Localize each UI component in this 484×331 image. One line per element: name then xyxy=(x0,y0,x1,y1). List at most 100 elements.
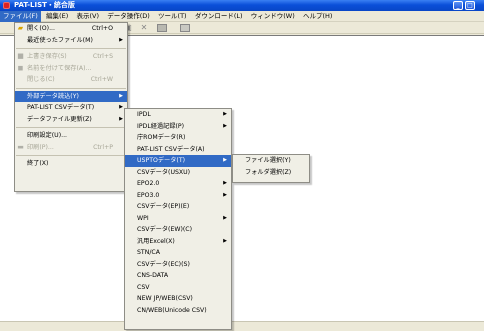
menu-view[interactable]: 表示(V) xyxy=(73,11,102,22)
menu-help[interactable]: ヘルプ(H) xyxy=(300,11,335,22)
submenu-item-stn-ca[interactable]: STN/CA xyxy=(125,247,231,259)
excel-label: 汎用Excel(X) xyxy=(137,237,175,245)
separator xyxy=(16,127,126,128)
submenu-item-patlist-csv[interactable]: PAT-LIST CSVデータ(A) xyxy=(125,144,231,156)
import-submenu: IPDL ▶ IPDL経過記録(P) ▶ 庁ROMデータ(R) PAT-LIST C… xyxy=(124,108,232,330)
menu-data[interactable]: データ操作(D) xyxy=(104,11,153,22)
menu-item-close[interactable]: 閉じる(C) Ctrl+W xyxy=(15,74,127,86)
menu-bar: ファイル(F) 編集(E) 表示(V) データ操作(D) ツール(T) ダウンロ… xyxy=(0,11,484,22)
submenu-arrow-icon: ▶ xyxy=(119,115,123,122)
status-bar xyxy=(0,321,484,331)
print-shortcut: Ctrl+P xyxy=(93,143,113,151)
menu-item-open[interactable]: ▰ 開く(O)... Ctrl+O xyxy=(15,23,127,35)
save-shortcut: Ctrl+S xyxy=(92,53,113,60)
cn-web-label: CN/WEB(Unicode CSV) xyxy=(137,306,207,314)
menu-item-exit[interactable]: 終了(X) xyxy=(15,158,127,170)
ipdl-history-label: IPDL経過記録(P) xyxy=(137,122,185,130)
menu-item-save[interactable]: ■ 上書き保存(S) Ctrl+S xyxy=(15,51,127,63)
close-label: 閉じる(C) xyxy=(27,76,55,83)
submenu-arrow-icon: ▶ xyxy=(223,237,227,244)
menu-tools[interactable]: ツール(T) xyxy=(155,11,190,22)
submenu-item-ipdl-history[interactable]: IPDL経過記録(P) ▶ xyxy=(125,121,231,133)
menu-item-print-settings[interactable]: 印刷設定(U)... xyxy=(15,130,127,142)
csv-usxu-label: CSVデータ(USXU) xyxy=(137,168,191,176)
submenu-arrow-icon: ▶ xyxy=(223,111,227,117)
submenu-item-csv-ep[interactable]: CSVデータ(EP)(E) xyxy=(125,201,231,213)
csv-ec-label: CSVデータ(EC)(S) xyxy=(137,260,190,268)
epo20-label: EPO2.0 xyxy=(137,180,160,187)
submenu-item-uspto[interactable]: USPTOデータ(T) ▶ xyxy=(125,155,231,167)
minimize-icon[interactable]: _ xyxy=(453,1,463,10)
menu-download[interactable]: ダウンロード(L) xyxy=(192,11,246,22)
window-title: PAT-LIST・統合版 xyxy=(14,1,75,9)
print-settings-label: 印刷設定(U)... xyxy=(27,132,68,139)
patlist-csv-a-label: PAT-LIST CSVデータ(A) xyxy=(137,145,205,153)
file-menu: ▰ 開く(O)... Ctrl+O 最近使ったファイル(M) ▶ ■ 上書き保存… xyxy=(14,22,128,192)
open-label: 開く(O)... xyxy=(27,25,55,32)
separator xyxy=(16,48,126,49)
cns-data-label: CNS-DATA xyxy=(137,272,169,279)
csv-ew-label: CSVデータ(EW)(C) xyxy=(137,226,193,233)
submenu-item-csv-ew[interactable]: CSVデータ(EW)(C) xyxy=(125,224,231,236)
submenu-item-new-jp-web[interactable]: NEW JP/WEB(CSV) xyxy=(125,293,231,305)
menu-item-save-as[interactable]: ◼ 名前を付けて保存(A)... xyxy=(15,63,127,75)
app-icon xyxy=(3,2,10,9)
select-folder-label: フォルダ選択(Z) xyxy=(245,168,292,176)
submenu-arrow-icon: ▶ xyxy=(223,157,227,163)
menu-file[interactable]: ファイル(F) xyxy=(0,11,41,22)
menu-item-patlist-csv[interactable]: PAT-LIST CSVデータ(T) ▶ xyxy=(15,102,127,114)
submenu-arrow-icon: ▶ xyxy=(223,180,227,186)
import-data-label: 外部データ読込(Y) xyxy=(27,92,79,100)
print-label: 印刷(P)... xyxy=(27,143,54,151)
separator xyxy=(16,155,126,156)
submenu-item-epo20[interactable]: EPO2.0 ▶ xyxy=(125,178,231,190)
save-label: 上書き保存(S) xyxy=(27,53,67,60)
update-file-label: データファイル更新(Z) xyxy=(27,115,92,123)
csv-ep-label: CSVデータ(EP)(E) xyxy=(137,203,190,210)
submenu-arrow-icon: ▶ xyxy=(223,191,227,198)
menu-item-recent[interactable]: 最近使ったファイル(M) ▶ xyxy=(15,35,127,47)
rom-data-label: 庁ROMデータ(R) xyxy=(137,134,186,141)
submenu-item-csv-usxu[interactable]: CSVデータ(USXU) xyxy=(125,167,231,179)
submenu-item-cn-web[interactable]: CN/WEB(Unicode CSV) xyxy=(125,305,231,317)
folder-open-icon: ▰ xyxy=(17,24,24,32)
maximize-icon[interactable]: □ xyxy=(465,1,475,10)
menu-item-print[interactable]: ▬ 印刷(P)... Ctrl+P xyxy=(15,142,127,154)
submenu-item-wpi[interactable]: WPI ▶ xyxy=(125,213,231,225)
delete-icon[interactable]: ✕ xyxy=(140,24,148,32)
submenu-item-cns-data[interactable]: CNS-DATA xyxy=(125,270,231,282)
menu-window[interactable]: ウィンドウ(W) xyxy=(248,11,298,22)
submenu-arrow-icon: ▶ xyxy=(119,92,123,99)
close-shortcut: Ctrl+W xyxy=(90,76,113,83)
grid-icon[interactable] xyxy=(180,24,190,32)
submenu-arrow-icon: ▶ xyxy=(223,214,227,221)
menu-item-update-file[interactable]: データファイル更新(Z) ▶ xyxy=(15,114,127,126)
uspto-submenu: ファイル選択(Y) フォルダ選択(Z) xyxy=(232,154,310,183)
menu-edit[interactable]: 編集(E) xyxy=(43,11,71,22)
exit-label: 終了(X) xyxy=(27,160,49,167)
wpi-label: WPI xyxy=(137,214,149,222)
uspto-label: USPTOデータ(T) xyxy=(137,157,186,164)
menu-item-select-folder[interactable]: フォルダ選択(Z) xyxy=(233,167,309,179)
patlist-csv-label: PAT-LIST CSVデータ(T) xyxy=(27,104,95,111)
submenu-item-ipdl[interactable]: IPDL ▶ xyxy=(125,109,231,121)
save-icon: ■ xyxy=(17,52,24,60)
submenu-item-epo30[interactable]: EPO3.0 ▶ xyxy=(125,190,231,202)
submenu-item-rom-data[interactable]: 庁ROMデータ(R) xyxy=(125,132,231,144)
title-bar: PAT-LIST・統合版 _ □ xyxy=(0,0,484,11)
epo30-label: EPO3.0 xyxy=(137,191,160,199)
submenu-arrow-icon: ▶ xyxy=(119,104,123,110)
recent-label: 最近使ったファイル(M) xyxy=(27,36,93,44)
submenu-item-excel[interactable]: 汎用Excel(X) ▶ xyxy=(125,236,231,248)
submenu-arrow-icon: ▶ xyxy=(119,36,123,43)
open-shortcut: Ctrl+O xyxy=(91,25,113,32)
select-file-label: ファイル選択(Y) xyxy=(245,157,291,164)
submenu-arrow-icon: ▶ xyxy=(223,122,227,129)
submenu-item-csv-ec[interactable]: CSVデータ(EC)(S) xyxy=(125,259,231,271)
menu-item-select-file[interactable]: ファイル選択(Y) xyxy=(233,155,309,167)
menu-item-import-data[interactable]: 外部データ読込(Y) ▶ xyxy=(15,90,127,102)
stn-ca-label: STN/CA xyxy=(137,249,160,256)
new-jp-web-label: NEW JP/WEB(CSV) xyxy=(137,295,193,302)
submenu-item-csv[interactable]: CSV xyxy=(125,282,231,294)
table-icon[interactable] xyxy=(157,24,167,32)
